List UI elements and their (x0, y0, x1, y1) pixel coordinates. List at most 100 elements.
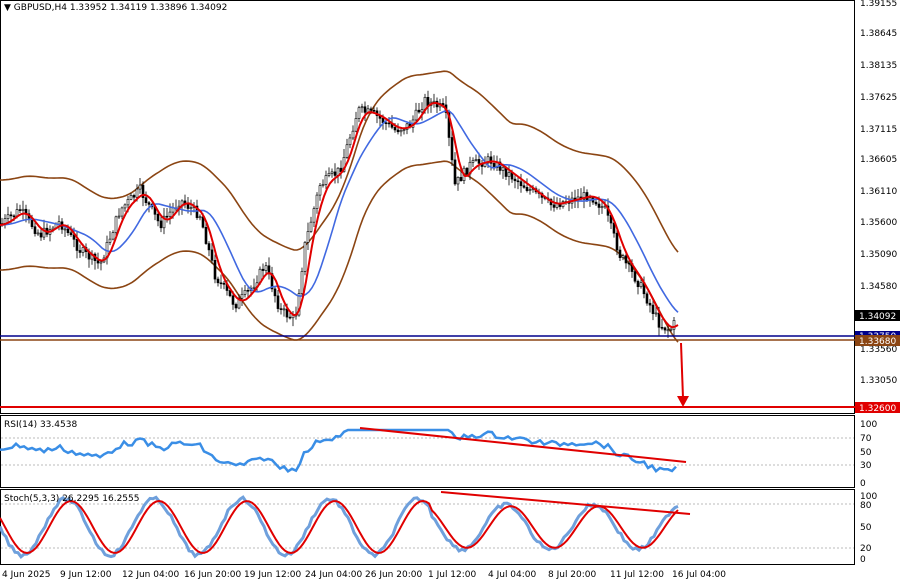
candle-body (165, 215, 169, 218)
candle-body (552, 204, 556, 208)
candle-body (243, 289, 247, 295)
candle-body (99, 261, 103, 264)
rsi-divergence-trendline[interactable] (359, 427, 687, 463)
candle-body (459, 177, 463, 181)
svg-text:1.33050: 1.33050 (860, 376, 897, 386)
candle-body (660, 327, 664, 329)
fast-ma-line (0, 101, 679, 329)
price-axis: 1.39155 1.38645 1.38135 1.37625 1.37115 … (860, 0, 897, 386)
candle-body (594, 201, 598, 205)
candle-body (282, 308, 286, 311)
stoch-label: Stoch(5,3,3) 26.2295 16.2555 (4, 494, 139, 504)
candle-body (357, 107, 361, 119)
stoch-divergence-trendline[interactable] (440, 491, 691, 515)
candle-body (348, 137, 352, 146)
rsi-panel[interactable] (0, 415, 855, 488)
svg-text:80: 80 (860, 501, 872, 511)
svg-text:1.38645: 1.38645 (860, 29, 897, 39)
svg-text:26 Jun 20:00: 26 Jun 20:00 (365, 570, 422, 580)
rsi-levels (1, 437, 854, 466)
rsi-axis: 100 70 50 30 0 (860, 420, 877, 489)
candle-body (222, 282, 226, 285)
candle-body (651, 304, 655, 314)
candle-body (69, 232, 73, 236)
candle-body (123, 204, 127, 209)
down-arrow-icon (677, 342, 689, 407)
candle-body (321, 184, 325, 186)
candle-body (333, 171, 337, 176)
bollinger-lower (0, 160, 679, 343)
candle-body (426, 96, 430, 106)
candle-body (234, 304, 238, 309)
candle-body (417, 109, 421, 113)
candle-body (477, 159, 481, 164)
candle-body (369, 108, 373, 111)
svg-text:1.35090: 1.35090 (860, 250, 897, 260)
candle-body (12, 215, 16, 218)
candle-body (318, 185, 322, 196)
current-price-tag: 1.34092 (855, 310, 900, 322)
candle-body (465, 167, 469, 175)
svg-text:1.37625: 1.37625 (860, 93, 897, 103)
candle-body (138, 184, 142, 190)
svg-text:4 Jun 2025: 4 Jun 2025 (2, 570, 50, 580)
candle-body (39, 232, 43, 238)
svg-text:11 Jul 12:00: 11 Jul 12:00 (610, 570, 664, 580)
candle-body (663, 327, 667, 331)
candle-body (372, 109, 376, 112)
candle-body (645, 293, 649, 304)
candle-body (450, 137, 454, 161)
candle-body (315, 194, 319, 209)
svg-text:1.36605: 1.36605 (860, 155, 897, 165)
candle-body (75, 239, 79, 251)
candle-body (189, 207, 193, 209)
candle-body (33, 226, 37, 234)
trading-chart[interactable]: ▼ GBPUSD,H4 1.33952 1.34119 1.33896 1.34… (0, 0, 900, 583)
candle-body (327, 172, 331, 176)
candle-body (66, 228, 70, 234)
slow-ma-line (0, 109, 679, 313)
candle-body (384, 122, 388, 125)
svg-text:1.34092: 1.34092 (859, 312, 896, 322)
svg-text:1.34580: 1.34580 (860, 282, 897, 292)
candle-body (345, 144, 349, 158)
candle-body (354, 118, 358, 132)
rsi-label: RSI(14) 33.4538 (4, 420, 77, 430)
time-axis: 4 Jun 2025 9 Jun 12:00 12 Jun 04:00 16 J… (2, 570, 726, 580)
candle-body (453, 159, 457, 185)
candle-body (186, 203, 190, 209)
candle-body (501, 166, 505, 171)
svg-text:16 Jun 20:00: 16 Jun 20:00 (184, 570, 241, 580)
candle-body (627, 262, 631, 265)
candle-body (615, 232, 619, 251)
candle-body (456, 177, 460, 185)
candle-body (309, 221, 313, 232)
svg-text:1.39155: 1.39155 (860, 0, 897, 9)
candle-body (303, 242, 307, 272)
candle-body (633, 271, 637, 282)
candle-body (246, 289, 250, 292)
candle-body (396, 129, 400, 133)
svg-text:12 Jun 04:00: 12 Jun 04:00 (122, 570, 179, 580)
candle-body (81, 247, 85, 253)
candle-body (363, 106, 367, 113)
svg-text:4 Jul 04:00: 4 Jul 04:00 (488, 570, 537, 580)
candle-body (147, 202, 151, 205)
candle-body (135, 188, 139, 198)
candle-body (240, 293, 244, 299)
candle-body (330, 171, 334, 174)
candle-body (639, 282, 643, 288)
candle-body (168, 211, 172, 217)
candle-body (111, 232, 115, 240)
svg-text:9 Jun 12:00: 9 Jun 12:00 (60, 570, 112, 580)
candle-body (636, 280, 640, 288)
candlesticks (0, 90, 676, 338)
candle-body (513, 178, 517, 182)
svg-text:16 Jul 04:00: 16 Jul 04:00 (672, 570, 726, 580)
candle-body (264, 265, 268, 271)
candle-body (312, 208, 316, 223)
candle-body (63, 228, 67, 231)
candle-body (261, 268, 265, 271)
target-level-tag: 1.32600 (855, 402, 900, 414)
svg-text:1 Jul 12:00: 1 Jul 12:00 (428, 570, 477, 580)
